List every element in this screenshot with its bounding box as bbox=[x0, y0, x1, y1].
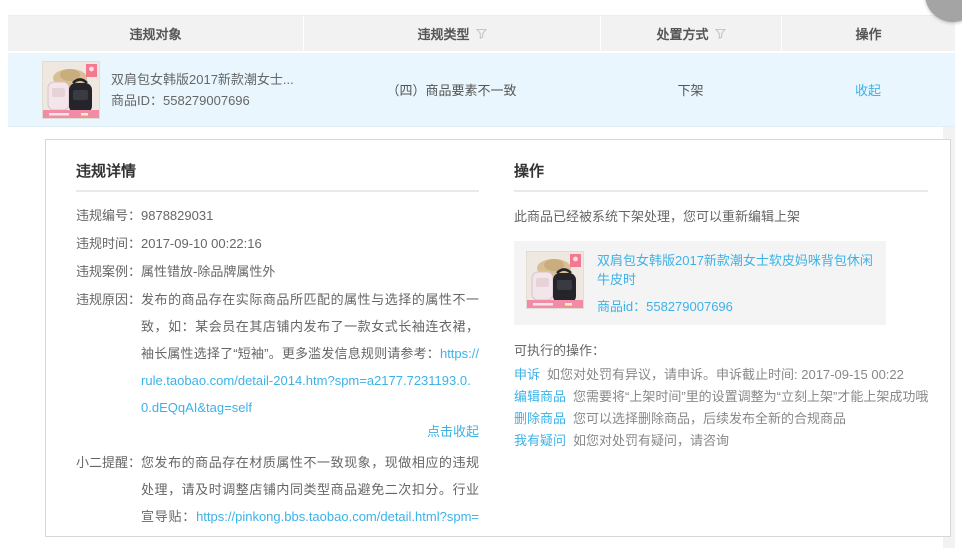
detail-panel: 违规详情 违规编号： 9878829031 违规时间： 2017-09-10 0… bbox=[45, 139, 951, 537]
column-header-violation-type[interactable]: 违规类型 bbox=[303, 16, 600, 51]
disposal-value: 下架 bbox=[677, 80, 703, 99]
table-header-row: 违规对象 违规类型 处置方式 操作 bbox=[8, 15, 955, 51]
violation-row: 双肩包女韩版2017新款潮女士... 商品ID：558279007696 （四）… bbox=[8, 53, 955, 127]
expanded-detail-area: 违规详情 违规编号： 9878829031 违规时间： 2017-09-10 0… bbox=[8, 127, 955, 548]
field-violation-reason: 违规原因： 发布的商品存在实际商品所匹配的属性与选择的属性不一致，如：某会员在其… bbox=[76, 286, 479, 421]
field-label: 违规时间： bbox=[76, 230, 141, 258]
product-id: 商品ID：558279007696 bbox=[111, 90, 294, 111]
delete-product-link[interactable]: 删除商品 bbox=[514, 411, 566, 426]
cell-violation-type: （四）商品要素不一致 bbox=[303, 53, 600, 126]
collapse-reason-link[interactable]: 点击收起 bbox=[427, 424, 479, 439]
action-desc: 您需要将“上架时间”里的设置调整为“立刻上架”才能上架成功哦 bbox=[573, 389, 928, 404]
column-header-label: 操作 bbox=[855, 24, 881, 43]
field-value: 9878829031 bbox=[141, 202, 479, 230]
field-label: 违规案例： bbox=[76, 258, 141, 286]
action-desc: 如您对处罚有疑问，请咨询 bbox=[573, 433, 729, 448]
product-image bbox=[526, 251, 584, 309]
column-header-violation-object: 违规对象 bbox=[8, 16, 303, 51]
section-title-operation: 操作 bbox=[514, 154, 928, 192]
column-header-label: 违规对象 bbox=[129, 24, 181, 43]
column-header-label: 违规类型 bbox=[417, 24, 469, 43]
collapse-reason-row: 点击收起 bbox=[76, 422, 479, 442]
column-header-disposal[interactable]: 处置方式 bbox=[600, 16, 781, 51]
field-violation-case: 违规案例： 属性错放-除品牌属性外 bbox=[76, 258, 479, 286]
product-card-info: 双肩包女韩版2017新款潮女士软皮妈咪背包休闲牛皮时 商品id：55827900… bbox=[597, 251, 874, 315]
violation-type-value: （四）商品要素不一致 bbox=[386, 80, 516, 99]
section-title-detail: 违规详情 bbox=[76, 154, 479, 192]
product-title: 双肩包女韩版2017新款潮女士... bbox=[111, 69, 294, 90]
product-image bbox=[42, 61, 100, 119]
action-question: 我有疑问如您对处罚有疑问，请咨询 bbox=[514, 430, 928, 452]
cell-operation: 收起 bbox=[781, 53, 955, 126]
off-shelf-notice: 此商品已经被系统下架处理，您可以重新编辑上架 bbox=[514, 207, 928, 227]
field-value: 您发布的商品存在材质属性不一致现象，现做相应的违规处理，请及时调整店铺内同类型商… bbox=[141, 449, 479, 537]
reason-text: 发布的商品存在实际商品所匹配的属性与选择的属性不一致，如：某会员在其店铺内发布了… bbox=[141, 292, 479, 361]
violation-management-page: 违规对象 违规类型 处置方式 操作 bbox=[0, 0, 962, 549]
cell-violation-object: 双肩包女韩版2017新款潮女士... 商品ID：558279007696 bbox=[8, 53, 303, 126]
field-reminder: 小二提醒： 您发布的商品存在材质属性不一致现象，现做相应的违规处理，请及时调整店… bbox=[76, 449, 479, 537]
action-desc: 您可以选择删除商品，后续发布全新的合规商品 bbox=[573, 411, 846, 426]
actions-title: 可执行的操作： bbox=[514, 340, 928, 359]
field-value: 发布的商品存在实际商品所匹配的属性与选择的属性不一致，如：某会员在其店铺内发布了… bbox=[141, 286, 479, 421]
filter-icon[interactable] bbox=[715, 28, 726, 39]
field-label: 违规编号： bbox=[76, 202, 141, 230]
field-value: 2017-09-10 00:22:16 bbox=[141, 230, 479, 258]
product-card-id: 商品id：558279007696 bbox=[597, 296, 874, 315]
product-card-title-link[interactable]: 双肩包女韩版2017新款潮女士软皮妈咪背包休闲牛皮时 bbox=[597, 251, 874, 289]
collapse-row-link[interactable]: 收起 bbox=[855, 80, 881, 99]
action-desc: 如您对处罚有异议，请申诉。申诉截止时间: 2017-09-15 00:22 bbox=[547, 367, 904, 382]
field-violation-time: 违规时间： 2017-09-10 00:22:16 bbox=[76, 230, 479, 258]
edit-product-link[interactable]: 编辑商品 bbox=[514, 389, 566, 404]
violation-table: 违规对象 违规类型 处置方式 操作 bbox=[0, 0, 962, 548]
product-card: 双肩包女韩版2017新款潮女士软皮妈咪背包休闲牛皮时 商品id：55827900… bbox=[514, 241, 886, 325]
operation-column: 操作 此商品已经被系统下架处理，您可以重新编辑上架 bbox=[514, 154, 928, 536]
field-label: 小二提醒： bbox=[76, 449, 141, 537]
action-appeal: 申诉如您对处罚有异议，请申诉。申诉截止时间: 2017-09-15 00:22 bbox=[514, 364, 928, 386]
cell-disposal: 下架 bbox=[600, 53, 781, 126]
column-header-operation: 操作 bbox=[781, 16, 955, 51]
field-label: 违规原因： bbox=[76, 286, 141, 421]
appeal-link[interactable]: 申诉 bbox=[514, 367, 540, 382]
product-info: 双肩包女韩版2017新款潮女士... 商品ID：558279007696 bbox=[111, 69, 294, 111]
column-header-label: 处置方式 bbox=[656, 24, 708, 43]
field-value: 属性错放-除品牌属性外 bbox=[141, 258, 479, 286]
violation-detail-column: 违规详情 违规编号： 9878829031 违规时间： 2017-09-10 0… bbox=[76, 154, 479, 536]
action-delete-product: 删除商品您可以选择删除商品，后续发布全新的合规商品 bbox=[514, 408, 928, 430]
action-edit-product: 编辑商品您需要将“上架时间”里的设置调整为“立刻上架”才能上架成功哦 bbox=[514, 386, 928, 408]
filter-icon[interactable] bbox=[476, 28, 487, 39]
field-violation-no: 违规编号： 9878829031 bbox=[76, 202, 479, 230]
question-link[interactable]: 我有疑问 bbox=[514, 433, 566, 448]
